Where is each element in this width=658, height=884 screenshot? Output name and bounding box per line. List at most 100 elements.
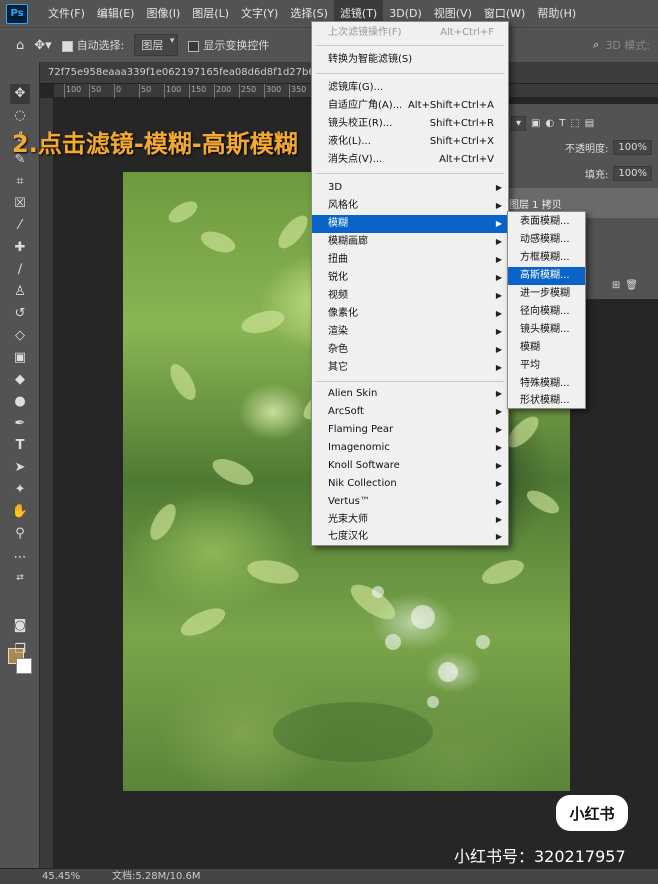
submenu-arrow-icon: ▶	[495, 219, 502, 228]
healing-tool-icon[interactable]: ✚	[10, 238, 30, 258]
zoom-tool-icon[interactable]: ⚲	[10, 524, 30, 544]
submenu-item-smart-blur[interactable]: 特殊模糊...	[508, 375, 585, 393]
submenu-item-gaussian-blur[interactable]: 高斯模糊...	[508, 267, 585, 285]
adjust-filter-icon[interactable]: ◐	[545, 118, 554, 129]
dodge-tool-icon[interactable]: ●	[10, 392, 30, 412]
path-select-tool-icon[interactable]: ➤	[10, 458, 30, 478]
blur-tool-icon[interactable]: ◆	[10, 370, 30, 390]
menu-item-noise[interactable]: 杂色 ▶	[312, 341, 508, 359]
move-tool-icon[interactable]: ✥	[10, 84, 30, 104]
submenu-arrow-icon: ▶	[495, 515, 502, 524]
gradient-tool-icon[interactable]: ▣	[10, 348, 30, 368]
type-filter-icon[interactable]: T	[559, 118, 565, 129]
submenu-item-box-blur[interactable]: 方框模糊...	[508, 249, 585, 267]
menu-help[interactable]: 帮助(H)	[531, 0, 582, 27]
menu-item-stylize[interactable]: 风格化 ▶	[312, 197, 508, 215]
swap-colors-icon[interactable]: ⇄	[10, 568, 30, 588]
menu-item-video[interactable]: 视频 ▶	[312, 287, 508, 305]
opacity-field[interactable]: 100%	[613, 139, 652, 155]
menu-item-blur[interactable]: 模糊 ▶	[312, 215, 508, 233]
menu-type[interactable]: 文字(Y)	[235, 0, 284, 27]
menu-item-sharpen[interactable]: 锐化 ▶	[312, 269, 508, 287]
fill-field[interactable]: 100%	[613, 165, 652, 181]
auto-select-checkbox[interactable]	[61, 40, 73, 52]
quick-mask-icon[interactable]: ◙	[10, 616, 30, 636]
image-filter-icon[interactable]: ▣	[531, 118, 540, 129]
auto-select-option[interactable]: 自动选择:	[61, 37, 125, 53]
menu-item-vanishing-point[interactable]: 消失点(V)... Alt+Ctrl+V	[312, 151, 508, 169]
background-color-swatch[interactable]	[16, 658, 32, 674]
submenu-item-average[interactable]: 平均	[508, 357, 585, 375]
menu-item-3d[interactable]: 3D ▶	[312, 179, 508, 197]
eraser-tool-icon[interactable]: ◇	[10, 326, 30, 346]
type-tool-icon[interactable]: T	[10, 436, 30, 456]
menu-item-render[interactable]: 渲染 ▶	[312, 323, 508, 341]
menu-item-lens-correction[interactable]: 镜头校正(R)... Shift+Ctrl+R	[312, 115, 508, 133]
menu-image[interactable]: 图像(I)	[140, 0, 186, 27]
submenu-arrow-icon: ▶	[495, 443, 502, 452]
document-info[interactable]: 文档:5.28M/10.6M	[112, 869, 201, 884]
crop-tool-icon[interactable]: ⌗	[10, 172, 30, 192]
trash-icon[interactable]: 🗑	[625, 280, 638, 291]
menu-item-filter-gallery[interactable]: 滤镜库(G)...	[312, 79, 508, 97]
menu-item-adaptive-wide-angle[interactable]: 自适应广角(A)... Alt+Shift+Ctrl+A	[312, 97, 508, 115]
menu-file[interactable]: 文件(F)	[42, 0, 91, 27]
brush-tool-icon[interactable]: ∕	[10, 260, 30, 280]
menu-item-shortcut: Shift+Ctrl+R	[429, 118, 494, 129]
zoom-level[interactable]: 45.45%	[42, 869, 80, 884]
stamp-tool-icon[interactable]: ♙	[10, 282, 30, 302]
frame-tool-icon[interactable]: ☒	[10, 194, 30, 214]
auto-select-label: 自动选择:	[76, 39, 125, 52]
history-brush-tool-icon[interactable]: ↺	[10, 304, 30, 324]
hand-tool-icon[interactable]: ✋	[10, 502, 30, 522]
pen-tool-icon[interactable]: ✒	[10, 414, 30, 434]
menu-item-liquify[interactable]: 液化(L)... Shift+Ctrl+X	[312, 133, 508, 151]
eyedropper-tool-icon[interactable]: ⁄	[10, 216, 30, 236]
ruler-tick-label: 0	[116, 85, 122, 94]
ruler-tick	[64, 84, 65, 98]
menu-item-alien-skin[interactable]: Alien Skin ▶	[312, 385, 508, 403]
auto-select-dropdown[interactable]: 图层	[134, 34, 179, 56]
show-transform-option[interactable]: 显示变换控件	[188, 37, 269, 53]
submenu-item-motion-blur[interactable]: 动感模糊...	[508, 231, 585, 249]
menu-item-nik-collection[interactable]: Nik Collection ▶	[312, 475, 508, 493]
menu-item-imagenomic[interactable]: Imagenomic ▶	[312, 439, 508, 457]
more-tools-icon[interactable]: ⋯	[10, 548, 30, 568]
menu-item-distort[interactable]: 扭曲 ▶	[312, 251, 508, 269]
menu-item-beam-master[interactable]: 光束大师 ▶	[312, 511, 508, 529]
menu-layer[interactable]: 图层(L)	[186, 0, 235, 27]
menu-item-last-filter: 上次滤镜操作(F) Alt+Ctrl+F	[312, 24, 508, 42]
menu-item-label: 视频	[328, 290, 348, 301]
menu-item-other[interactable]: 其它 ▶	[312, 359, 508, 377]
menu-item-convert-smart-filter[interactable]: 转换为智能滤镜(S)	[312, 51, 508, 69]
menu-item-qidu-chinese[interactable]: 七度汉化 ▶	[312, 528, 508, 546]
layer-filter-dropdown[interactable]: ▾	[511, 115, 527, 131]
menu-item-vertus[interactable]: Vertus™ ▶	[312, 493, 508, 511]
menu-edit[interactable]: 编辑(E)	[91, 0, 141, 27]
menu-item-knoll-software[interactable]: Knoll Software ▶	[312, 457, 508, 475]
new-layer-icon[interactable]: ⊞	[612, 280, 620, 291]
submenu-item-surface-blur[interactable]: 表面模糊...	[508, 213, 585, 231]
menu-item-arcsoft[interactable]: ArcSoft ▶	[312, 403, 508, 421]
menu-item-label: 其它	[328, 362, 348, 373]
options-right: ⌕ 3D 模式:	[593, 28, 650, 62]
screen-mode-icon[interactable]: ❐	[10, 640, 30, 660]
submenu-item-shape-blur[interactable]: 形状模糊...	[508, 392, 585, 410]
smart-filter-icon[interactable]: ▤	[585, 118, 594, 129]
shape-tool-icon[interactable]: ✦	[10, 480, 30, 500]
search-icon[interactable]: ⌕	[593, 38, 599, 52]
menu-item-label: Nik Collection	[328, 478, 397, 489]
shape-filter-icon[interactable]: ⬚	[570, 118, 579, 129]
submenu-item-lens-blur[interactable]: 镜头模糊...	[508, 321, 585, 339]
marquee-tool-icon[interactable]: ◌	[10, 106, 30, 126]
home-icon[interactable]: ⌂	[16, 38, 24, 53]
menu-item-blur-gallery[interactable]: 模糊画廊 ▶	[312, 233, 508, 251]
submenu-item-blur-more[interactable]: 进一步模糊	[508, 285, 585, 303]
menu-item-flaming-pear[interactable]: Flaming Pear ▶	[312, 421, 508, 439]
menu-item-label: 风格化	[328, 200, 358, 211]
submenu-item-radial-blur[interactable]: 径向模糊...	[508, 303, 585, 321]
submenu-item-blur[interactable]: 模糊	[508, 339, 585, 357]
move-options-icon[interactable]: ✥▾	[34, 38, 51, 53]
show-transform-checkbox[interactable]	[188, 40, 200, 52]
menu-item-pixelate[interactable]: 像素化 ▶	[312, 305, 508, 323]
